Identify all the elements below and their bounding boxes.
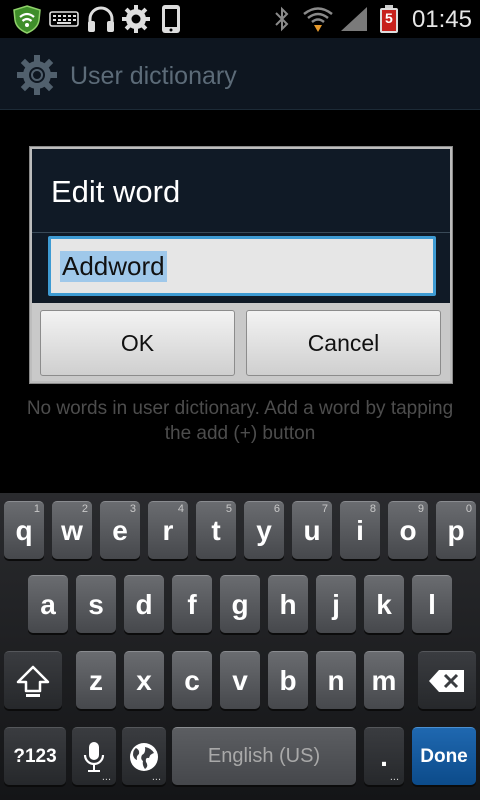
key-r[interactable]: r4 (148, 501, 188, 559)
symbols-key[interactable]: ?123 (4, 727, 66, 785)
language-key[interactable]: ... (122, 727, 166, 785)
key-number: 6 (273, 503, 280, 515)
key-v[interactable]: v (220, 651, 260, 709)
key-h[interactable]: h (268, 575, 308, 633)
empty-message: No words in user dictionary. Add a word … (0, 396, 480, 446)
microphone-icon (83, 741, 105, 772)
key-label: w (61, 514, 83, 546)
key-number: 3 (129, 503, 136, 515)
key-j[interactable]: j (316, 575, 356, 633)
phone-icon (158, 4, 184, 34)
dialog-title: Edit word (51, 174, 181, 209)
key-label: r (162, 514, 174, 546)
edit-word-dialog: Edit word Addword OK Cancel (29, 146, 453, 384)
key-number: 1 (33, 503, 40, 515)
key-x[interactable]: x (124, 651, 164, 709)
space-key[interactable]: English (US) (172, 727, 356, 785)
bluetooth-icon (270, 4, 294, 34)
key-f[interactable]: f (172, 575, 212, 633)
key-number: 2 (81, 503, 88, 515)
key-q[interactable]: q1 (4, 501, 44, 559)
battery-icon: 5 (376, 4, 402, 34)
page-title: User dictionary (70, 62, 237, 90)
key-p[interactable]: p0 (436, 501, 476, 559)
key-e[interactable]: e3 (100, 501, 140, 559)
backspace-icon (429, 669, 464, 692)
dialog-buttons: OK Cancel (32, 303, 450, 381)
key-m[interactable]: m (364, 651, 404, 709)
battery-level: 5 (385, 10, 393, 26)
key-label: o (399, 514, 417, 546)
key-g[interactable]: g (220, 575, 260, 633)
key-s[interactable]: s (76, 575, 116, 633)
period-key-dots: ... (389, 771, 399, 783)
key-d[interactable]: d (124, 575, 164, 633)
gear-icon (120, 4, 152, 34)
soft-keyboard: q1 w2 e3 r4 t5 y6 u7 i8 o9 p0 a s d f g … (0, 493, 480, 800)
keyboard-icon (48, 4, 80, 34)
backspace-key[interactable] (418, 651, 476, 709)
key-label: u (303, 514, 321, 546)
key-b[interactable]: b (268, 651, 308, 709)
key-o[interactable]: o9 (388, 501, 428, 559)
key-k[interactable]: k (364, 575, 404, 633)
key-a[interactable]: a (28, 575, 68, 633)
voice-key-dots: ... (101, 771, 111, 783)
key-t[interactable]: t5 (196, 501, 236, 559)
empty-message-line2: the add (+) button (164, 423, 316, 444)
wifi-icon (302, 4, 334, 34)
settings-gear-icon (16, 54, 58, 96)
language-key-dots: ... (151, 771, 161, 783)
period-label: . (380, 740, 388, 772)
key-label: p (447, 514, 465, 546)
voice-input-key[interactable]: ... (72, 727, 116, 785)
word-input-value: Addword (60, 251, 167, 282)
headphones-icon (84, 4, 118, 34)
dialog-body: Addword (32, 233, 450, 303)
key-label: e (112, 514, 128, 546)
key-w[interactable]: w2 (52, 501, 92, 559)
key-z[interactable]: z (76, 651, 116, 709)
status-bar: 5 01:45 (0, 0, 480, 38)
word-input[interactable]: Addword (48, 236, 436, 296)
key-number: 5 (225, 503, 232, 515)
shield-wifi-icon (10, 4, 44, 34)
key-y[interactable]: y6 (244, 501, 284, 559)
empty-message-line1: No words in user dictionary. Add a word … (26, 398, 454, 419)
shift-icon (16, 665, 50, 697)
signal-icon (338, 4, 370, 34)
key-number: 7 (321, 503, 328, 515)
key-label: y (256, 514, 272, 546)
ok-button[interactable]: OK (40, 310, 235, 376)
key-number: 8 (369, 503, 376, 515)
key-label: t (211, 514, 221, 546)
key-number: 4 (177, 503, 184, 515)
key-number: 9 (417, 503, 424, 515)
key-label: q (15, 514, 33, 546)
cancel-button[interactable]: Cancel (246, 310, 441, 376)
key-i[interactable]: i8 (340, 501, 380, 559)
key-u[interactable]: u7 (292, 501, 332, 559)
key-c[interactable]: c (172, 651, 212, 709)
action-bar: User dictionary (0, 38, 480, 110)
period-key[interactable]: . ... (364, 727, 404, 785)
key-label: i (356, 514, 364, 546)
globe-icon (130, 742, 158, 771)
dialog-header: Edit word (32, 149, 450, 233)
shift-key[interactable] (4, 651, 62, 709)
key-number: 0 (465, 503, 472, 515)
done-key[interactable]: Done (412, 727, 476, 785)
key-l[interactable]: l (412, 575, 452, 633)
key-n[interactable]: n (316, 651, 356, 709)
clock: 01:45 (411, 6, 472, 33)
